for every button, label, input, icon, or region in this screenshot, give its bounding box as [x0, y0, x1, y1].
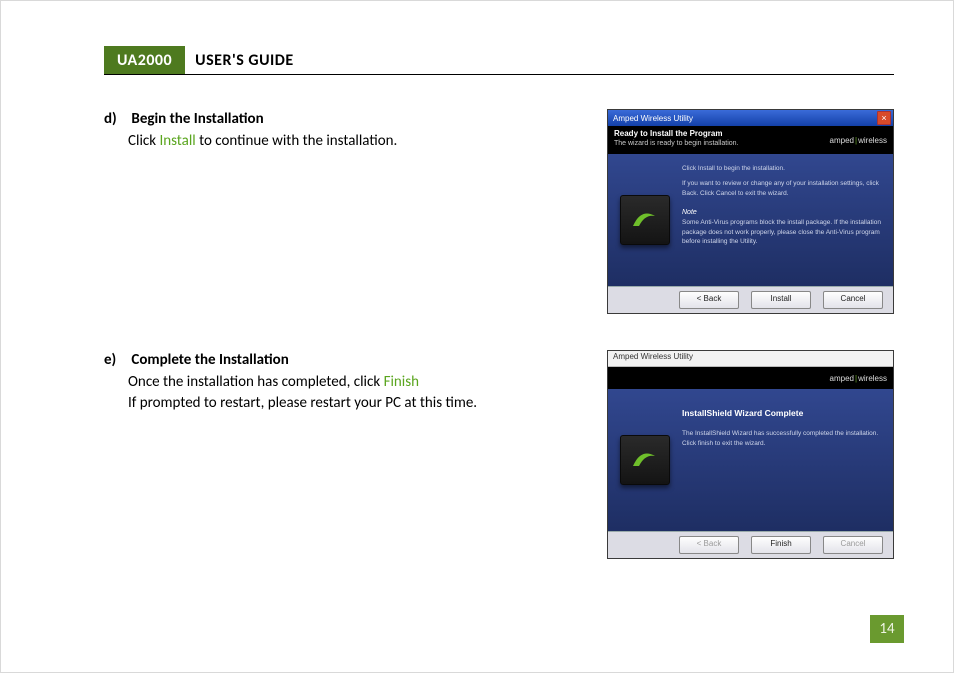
header-title: USER'S GUIDE — [185, 46, 294, 74]
dialog1-body-line1: Click Install to begin the installation. — [682, 164, 883, 173]
step-e: e) Complete the Installation Once the in… — [104, 350, 894, 559]
product-icon — [620, 195, 670, 245]
dialog1-note-label: Note — [682, 208, 883, 218]
step-d-highlight: Install — [159, 132, 195, 150]
step-e-title: Complete the Installation — [131, 351, 288, 369]
installer-dialog-ready: Amped Wireless Utility × Ready to Instal… — [607, 109, 894, 314]
brand-left: amped — [830, 136, 854, 145]
brand-left: amped — [830, 374, 854, 383]
dialog2-heading: InstallShield Wizard Complete — [682, 407, 883, 419]
step-e-line2: If prompted to restart, please restart y… — [128, 393, 591, 413]
cancel-button: Cancel — [823, 536, 883, 554]
header-badge: UA2000 — [104, 46, 185, 74]
dialog1-window-title: Amped Wireless Utility — [613, 114, 693, 123]
step-e-text-a: Once the installation has completed, cli… — [128, 373, 384, 391]
step-d-text-a: Click — [128, 132, 159, 150]
installer-dialog-complete: Amped Wireless Utility amped|wireless In… — [607, 350, 894, 559]
back-button[interactable]: < Back — [679, 291, 739, 309]
brand-sep: | — [855, 374, 857, 383]
cancel-button[interactable]: Cancel — [823, 291, 883, 309]
dialog2-titlebar: Amped Wireless Utility — [608, 351, 893, 367]
dialog1-banner: Ready to Install the Program The wizard … — [608, 126, 893, 154]
dialog1-note-text: Some Anti-Virus programs block the insta… — [682, 218, 883, 246]
step-e-highlight: Finish — [384, 373, 419, 391]
back-button: < Back — [679, 536, 739, 554]
brand-right: wireless — [858, 374, 887, 383]
step-e-label: e) — [104, 350, 128, 370]
step-d: d) Begin the Installation Click Install … — [104, 109, 894, 314]
dialog1-titlebar: Amped Wireless Utility × — [608, 110, 893, 126]
dialog1-footer: < Back Install Cancel — [608, 286, 893, 313]
dialog2-footer: < Back Finish Cancel — [608, 531, 893, 558]
dialog1-body-line2: If you want to review or change any of y… — [682, 179, 883, 198]
brand-right: wireless — [858, 136, 887, 145]
page-header: UA2000 USER'S GUIDE — [104, 46, 894, 75]
header-rule — [104, 74, 894, 75]
brand-sep: | — [855, 136, 857, 145]
step-d-text-b: to continue with the installation. — [196, 132, 398, 150]
dialog1-banner-heading: Ready to Install the Program — [614, 129, 795, 139]
step-d-body: Click Install to continue with the insta… — [128, 131, 591, 151]
step-d-title: Begin the Installation — [131, 110, 263, 128]
finish-button[interactable]: Finish — [751, 536, 811, 554]
step-d-label: d) — [104, 109, 128, 129]
install-button[interactable]: Install — [751, 291, 811, 309]
dialog2-body: The InstallShield Wizard has successfull… — [682, 429, 883, 448]
brand-logo: amped|wireless — [801, 126, 893, 154]
product-icon — [620, 435, 670, 485]
dialog1-banner-sub: The wizard is ready to begin installatio… — [614, 139, 795, 148]
dialog2-banner: amped|wireless — [608, 367, 893, 389]
page-number: 14 — [870, 615, 904, 643]
step-e-body: Once the installation has completed, cli… — [128, 372, 591, 413]
close-icon[interactable]: × — [877, 111, 891, 125]
